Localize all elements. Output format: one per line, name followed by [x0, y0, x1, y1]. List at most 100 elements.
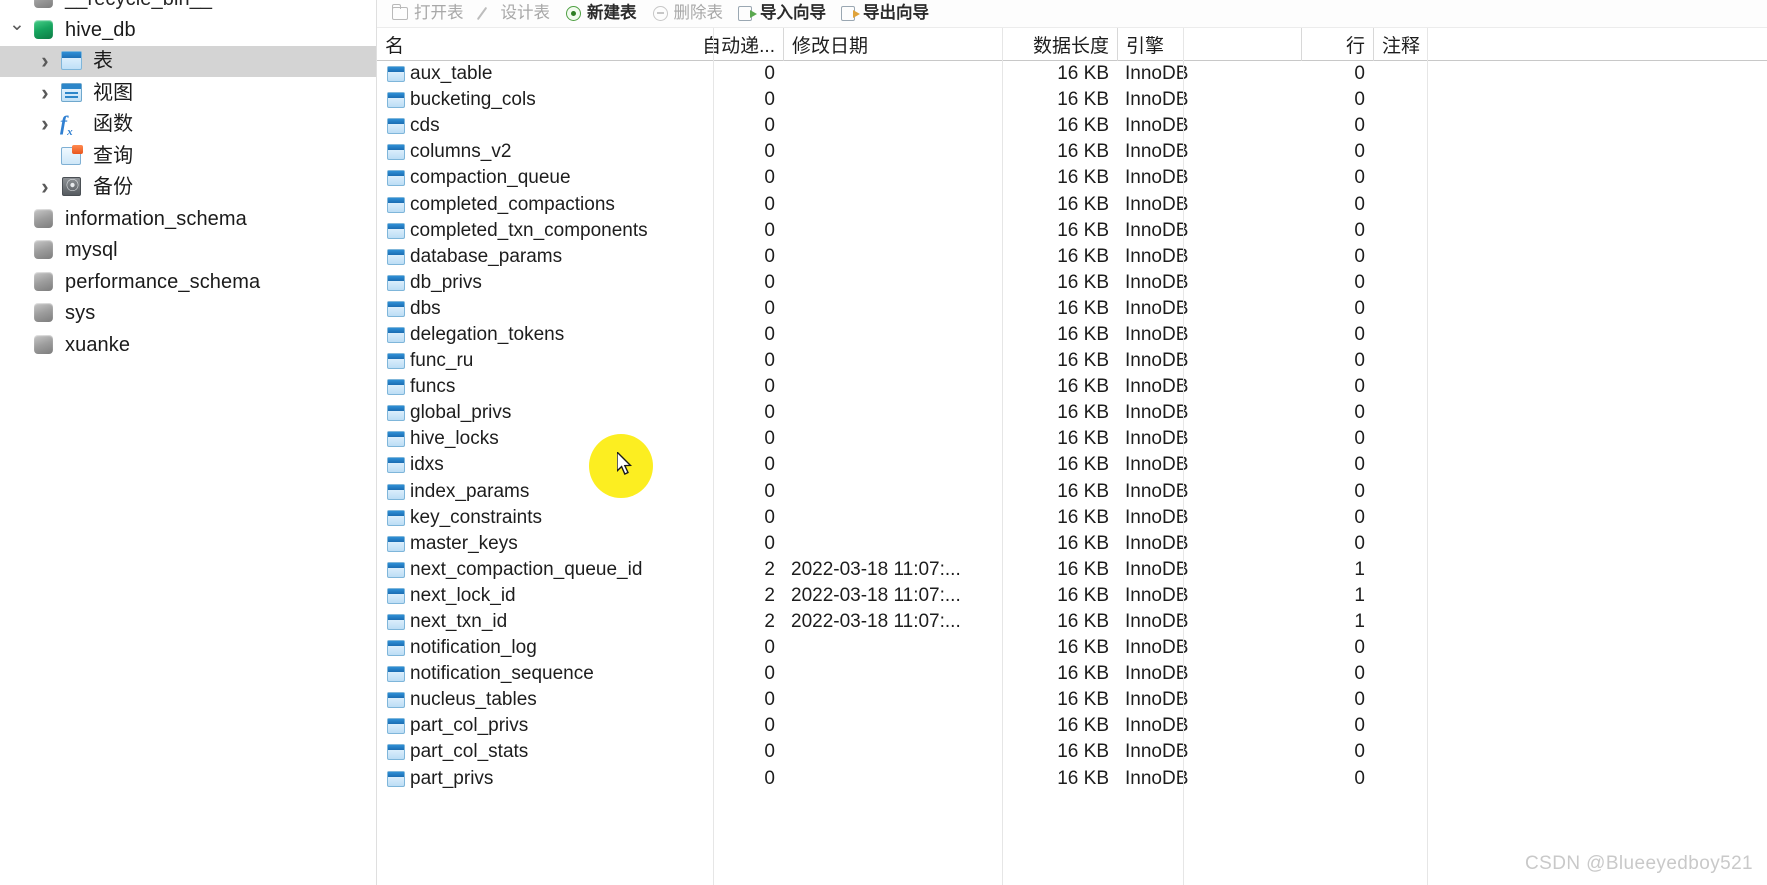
tree-item-functions[interactable]: fx 函数: [0, 109, 376, 141]
table-row[interactable]: columns_v2 0 16 KB InnoDB 0: [377, 139, 1767, 165]
column-header-name[interactable]: 名: [377, 28, 713, 61]
table-row[interactable]: aux_table 0 16 KB InnoDB 0: [377, 61, 1767, 87]
table-row[interactable]: part_col_privs 0 16 KB InnoDB 0: [377, 713, 1767, 739]
cell-name: bucketing_cols: [377, 87, 713, 113]
table-icon: [387, 92, 405, 109]
database-gray-icon: [30, 302, 58, 324]
table-name-label: global_privs: [410, 402, 512, 424]
table-row[interactable]: notification_sequence 0 16 KB InnoDB 0: [377, 661, 1767, 687]
table-row[interactable]: bucketing_cols 0 16 KB InnoDB 0: [377, 87, 1767, 113]
chevron-right-icon[interactable]: [32, 82, 58, 104]
column-header-comment[interactable]: 注释: [1373, 27, 1553, 61]
cell-auto-increment: 0: [764, 454, 775, 476]
cell-data-length: 16 KB: [1057, 741, 1109, 763]
column-header-modified-date[interactable]: 修改日期: [783, 27, 1002, 61]
cell-modified-date: [783, 766, 1002, 792]
table-row[interactable]: notification_log 0 16 KB InnoDB 0: [377, 635, 1767, 661]
table-row[interactable]: index_params 0 16 KB InnoDB 0: [377, 479, 1767, 505]
tree-item-backup[interactable]: 备份: [0, 172, 376, 204]
chevron-right-icon[interactable]: [32, 113, 58, 135]
cell-engine: InnoDB: [1125, 115, 1189, 137]
tree-item-information-schema[interactable]: information_schema: [0, 203, 376, 235]
table-icon: [387, 561, 405, 578]
table-row[interactable]: dbs 0 16 KB InnoDB 0: [377, 296, 1767, 322]
table-row[interactable]: next_compaction_queue_id 2 2022-03-18 11:0…: [377, 557, 1767, 583]
table-row[interactable]: master_keys 0 16 KB InnoDB 0: [377, 531, 1767, 557]
table-row[interactable]: part_privs 0 16 KB InnoDB 0: [377, 766, 1767, 792]
column-header-data-length[interactable]: 数据长度: [1002, 27, 1117, 61]
table-row[interactable]: completed_txn_components 0 16 KB InnoDB 0: [377, 218, 1767, 244]
cell-data-length: 16 KB: [1057, 219, 1109, 241]
tree-item-label: 查询: [93, 144, 134, 167]
table-row[interactable]: completed_compactions 0 16 KB InnoDB 0: [377, 191, 1767, 217]
cell-name: func_ru: [377, 348, 713, 374]
tree-item-sys[interactable]: sys: [0, 298, 376, 330]
design-table-button[interactable]: 设计表: [474, 4, 558, 24]
table-row[interactable]: key_constraints 0 16 KB InnoDB 0: [377, 505, 1767, 531]
column-header-rows[interactable]: 行: [1301, 27, 1373, 61]
table-row[interactable]: hive_locks 0 16 KB InnoDB 0: [377, 426, 1767, 452]
tree-item-xuanke[interactable]: xuanke: [0, 329, 376, 361]
table-row[interactable]: compaction_queue 0 16 KB InnoDB 0: [377, 165, 1767, 191]
tree-item-performance-schema[interactable]: performance_schema: [0, 266, 376, 298]
cell-rows: 1: [1354, 558, 1365, 580]
cell-comment: [1373, 87, 1553, 113]
cell-engine: InnoDB: [1125, 715, 1189, 737]
cell-rows: 0: [1354, 532, 1365, 554]
cell-name: notification_sequence: [377, 661, 713, 687]
cell-engine: InnoDB: [1125, 454, 1189, 476]
cell-auto-increment: 0: [764, 532, 775, 554]
tree-item-label: 视图: [93, 81, 134, 104]
cell-rows: 0: [1354, 663, 1365, 685]
table-row[interactable]: database_params 0 16 KB InnoDB 0: [377, 244, 1767, 270]
import-wizard-button[interactable]: 导入向导: [733, 4, 833, 24]
tree-item-mysql[interactable]: mysql: [0, 235, 376, 267]
tree-item-label: 备份: [93, 176, 134, 199]
open-table-button[interactable]: 打开表: [387, 3, 471, 24]
column-header-auto-increment[interactable]: 自动递...: [702, 27, 783, 61]
tree-item-tables[interactable]: 表: [0, 45, 376, 77]
delete-table-button[interactable]: 删除表: [647, 4, 731, 24]
table-row[interactable]: part_col_stats 0 16 KB InnoDB 0: [377, 739, 1767, 765]
table-icon: [387, 640, 405, 657]
cell-name: funcs: [377, 374, 713, 400]
cell-engine: InnoDB: [1125, 480, 1189, 502]
table-name-label: completed_txn_components: [410, 219, 648, 241]
cell-modified-date: [783, 687, 1002, 713]
tree-item-views[interactable]: 视图: [0, 77, 376, 109]
cell-name: completed_compactions: [377, 191, 713, 217]
table-row[interactable]: func_ru 0 16 KB InnoDB 0: [377, 348, 1767, 374]
cell-data-length: 16 KB: [1057, 402, 1109, 424]
cell-rows: 0: [1354, 376, 1365, 398]
table-icon: [387, 66, 405, 83]
tree-item-hive-db[interactable]: hive_db: [0, 14, 376, 46]
table-row[interactable]: next_txn_id 2 2022-03-18 11:07:... 16 KB Inn…: [377, 609, 1767, 635]
table-row[interactable]: db_privs 0 16 KB InnoDB 0: [377, 270, 1767, 296]
cell-name: part_col_privs: [377, 713, 713, 739]
table-row[interactable]: idxs 0 16 KB InnoDB 0: [377, 452, 1767, 478]
export-wizard-button[interactable]: 导出向导: [836, 4, 936, 24]
chevron-down-icon[interactable]: [4, 20, 30, 39]
delete-table-icon: [652, 5, 669, 22]
chevron-right-icon[interactable]: [32, 50, 58, 72]
table-row[interactable]: next_lock_id 2 2022-03-18 11:07:... 16 KB In…: [377, 583, 1767, 609]
cell-modified-date: [783, 426, 1002, 452]
chevron-right-icon[interactable]: [32, 176, 58, 198]
cell-modified-date: [783, 400, 1002, 426]
table-name-label: cds: [410, 115, 440, 137]
cell-rows: 1: [1354, 611, 1365, 633]
cell-modified-date: [783, 61, 1002, 87]
new-table-button[interactable]: 新建表: [560, 4, 644, 24]
design-table-label: 设计表: [500, 3, 551, 22]
table-row[interactable]: cds 0 16 KB InnoDB 0: [377, 113, 1767, 139]
table-row[interactable]: nucleus_tables 0 16 KB InnoDB 0: [377, 687, 1767, 713]
cell-comment: [1373, 400, 1553, 426]
tree-item-queries[interactable]: 查询: [0, 140, 376, 172]
cell-auto-increment: 2: [764, 584, 775, 606]
column-header-engine[interactable]: 引擎: [1117, 27, 1301, 61]
table-row[interactable]: delegation_tokens 0 16 KB InnoDB 0: [377, 322, 1767, 348]
table-row[interactable]: funcs 0 16 KB InnoDB 0: [377, 374, 1767, 400]
tree-item-recycle-bin[interactable]: __recycle_bin__: [0, 0, 376, 14]
column-header-label: 名: [385, 35, 405, 57]
table-row[interactable]: global_privs 0 16 KB InnoDB 0: [377, 400, 1767, 426]
